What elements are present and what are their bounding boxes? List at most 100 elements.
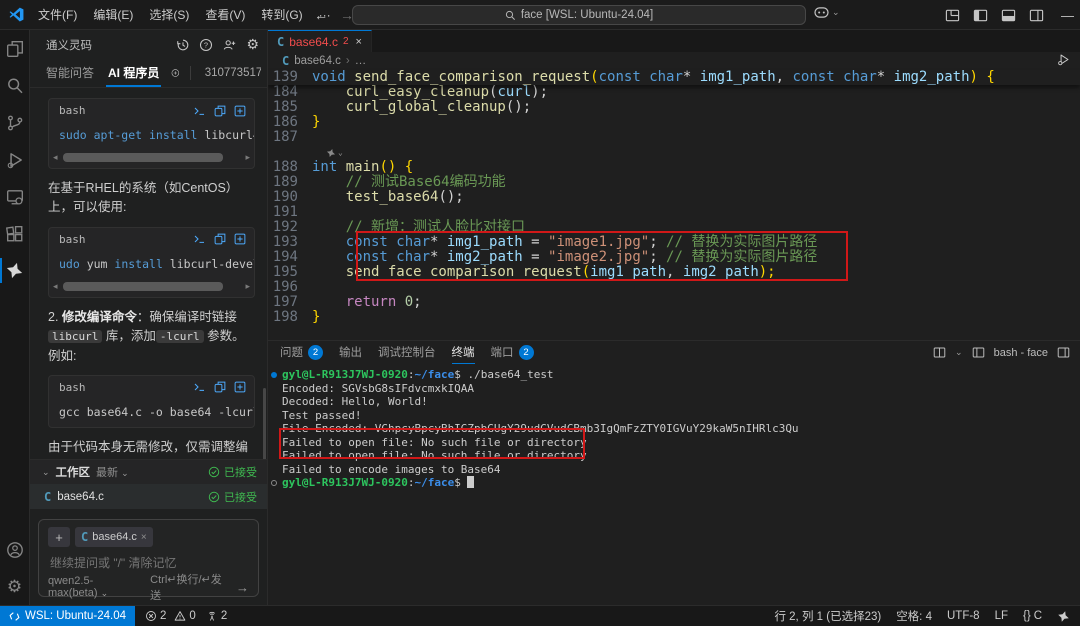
chevron-down-icon: ⌄ bbox=[338, 148, 343, 157]
panel-tab-1[interactable]: 输出 bbox=[339, 341, 362, 364]
scroll-left-icon[interactable]: ◂ bbox=[53, 281, 58, 292]
line-number: 189 bbox=[268, 175, 312, 190]
sort-latest[interactable]: 最新 ⌄ bbox=[96, 464, 129, 480]
code-editor[interactable]: 139void send_face_comparison_request(con… bbox=[268, 70, 1080, 325]
account-label[interactable]: 310773517@… bbox=[201, 67, 261, 79]
extensions-icon[interactable] bbox=[0, 215, 30, 252]
model-selector[interactable]: qwen2.5-max(beta) ⌄ bbox=[48, 575, 142, 599]
language-mode[interactable]: {} C bbox=[1023, 610, 1042, 622]
scroll-right-icon[interactable]: ▸ bbox=[245, 281, 250, 292]
line-number: 191 bbox=[268, 205, 312, 220]
indentation[interactable]: 空格: 4 bbox=[896, 608, 932, 624]
breadcrumb-more: … bbox=[355, 55, 367, 67]
remove-chip-icon[interactable]: × bbox=[141, 532, 147, 543]
split-terminal-icon[interactable] bbox=[933, 346, 946, 359]
insert-code-icon[interactable] bbox=[234, 233, 246, 245]
horizontal-scrollbar[interactable]: ◂▸ bbox=[49, 279, 254, 297]
menu-item-4[interactable]: 转到(G) bbox=[253, 5, 310, 25]
minimize-icon[interactable]: — bbox=[1061, 8, 1074, 23]
horizontal-scrollbar[interactable]: ◂▸ bbox=[49, 150, 254, 168]
new-session-icon[interactable] bbox=[171, 66, 180, 80]
copilot-menu[interactable]: ⌄ bbox=[814, 6, 840, 19]
problems-status[interactable]: 2 0 bbox=[145, 610, 196, 622]
chat-input-placeholder[interactable]: 继续提问或 "/" 清除记忆 bbox=[48, 547, 249, 571]
customize-layout-icon[interactable] bbox=[945, 8, 960, 23]
menu-item-2[interactable]: 选择(S) bbox=[141, 5, 197, 25]
menu-item-0[interactable]: 文件(F) bbox=[30, 5, 85, 25]
chevron-down-icon[interactable]: ⌄ bbox=[955, 347, 963, 358]
send-button[interactable]: → bbox=[236, 580, 249, 595]
run-in-terminal-icon[interactable] bbox=[193, 233, 206, 245]
copy-icon[interactable] bbox=[214, 105, 226, 117]
invite-user-icon[interactable] bbox=[222, 38, 237, 52]
run-in-terminal-icon[interactable] bbox=[193, 381, 206, 393]
tab-ai-programmer[interactable]: AI 程序员 bbox=[106, 59, 161, 87]
assistant-text: 由于代码本身无需修改，仅需调整编译环境，因此无需生成修改后的代码文件。 bbox=[48, 438, 253, 459]
insert-code-icon[interactable] bbox=[234, 381, 246, 393]
chat-input-box[interactable]: + C base64.c × 继续提问或 "/" 清除记忆 qwen2.5-ma… bbox=[38, 519, 259, 597]
run-debug-icon[interactable] bbox=[0, 141, 30, 178]
copy-icon[interactable] bbox=[214, 381, 226, 393]
encoding[interactable]: UTF-8 bbox=[947, 610, 980, 622]
copy-icon[interactable] bbox=[214, 233, 226, 245]
toggle-panel-icon[interactable] bbox=[1001, 8, 1016, 23]
menu-item-1[interactable]: 编辑(E) bbox=[85, 5, 141, 25]
code-line-189: 189 // 测试Base64编码功能 bbox=[268, 175, 1080, 190]
breadcrumb-separator: › bbox=[346, 55, 350, 67]
history-icon[interactable] bbox=[176, 38, 190, 52]
tab-smart-qa[interactable]: 智能问答 bbox=[44, 59, 96, 87]
context-file-chip[interactable]: C base64.c × bbox=[75, 527, 153, 547]
workspace-section-header[interactable]: ⌄ 工作区 最新 ⌄ 已接受 bbox=[30, 459, 267, 484]
tongyi-status-icon[interactable] bbox=[1057, 610, 1070, 623]
code-line-185: 185 curl_global_cleanup(); bbox=[268, 100, 1080, 115]
eol-sequence[interactable]: LF bbox=[995, 610, 1008, 622]
run-code-icon[interactable] bbox=[1057, 53, 1070, 66]
editor-tab-bar: C base64.c 2 × bbox=[268, 30, 1080, 52]
toggle-secondary-sidebar-icon[interactable] bbox=[1029, 8, 1044, 23]
panel-tab-3[interactable]: 终端 bbox=[452, 341, 475, 364]
assistant-messages: bash sudo apt-get install libcurl4-o◂▸在基… bbox=[30, 88, 267, 459]
codelens-tongyi[interactable]: ⌄ bbox=[268, 145, 1080, 160]
settings-gear-icon[interactable]: ⚙ bbox=[0, 568, 30, 605]
terminal-shell-label[interactable]: bash - face bbox=[994, 347, 1048, 359]
run-in-terminal-icon[interactable] bbox=[193, 105, 206, 117]
insert-code-icon[interactable] bbox=[234, 105, 246, 117]
workspace-file-row[interactable]: C base64.c 已接受 bbox=[30, 484, 267, 509]
panel-scrollbar[interactable] bbox=[263, 388, 266, 459]
panel-tab-2[interactable]: 调试控制台 bbox=[378, 341, 436, 364]
source-control-icon[interactable] bbox=[0, 104, 30, 141]
code-language-label: bash bbox=[59, 233, 193, 246]
help-icon[interactable]: ? bbox=[199, 38, 213, 52]
panel-tab-4[interactable]: 端口2 bbox=[491, 341, 534, 364]
back-icon[interactable]: ← bbox=[314, 7, 328, 23]
scroll-left-icon[interactable]: ◂ bbox=[53, 152, 58, 163]
terminal[interactable]: gyl@L-R913J7WJ-0920:~/face$ ./base64_tes… bbox=[268, 364, 1080, 605]
account-icon[interactable] bbox=[0, 531, 30, 568]
breadcrumb[interactable]: C base64.c › … bbox=[268, 52, 1080, 70]
editor-tab-base64c[interactable]: C base64.c 2 × bbox=[268, 30, 372, 52]
scroll-right-icon[interactable]: ▸ bbox=[245, 152, 250, 163]
c-file-icon: C bbox=[277, 35, 284, 49]
search-icon bbox=[505, 10, 516, 21]
close-tab-icon[interactable]: × bbox=[356, 36, 362, 48]
menu-item-3[interactable]: 查看(V) bbox=[197, 5, 253, 25]
command-center-search[interactable]: face [WSL: Ubuntu-24.04] bbox=[352, 5, 806, 25]
search-icon[interactable] bbox=[0, 67, 30, 104]
ports-status[interactable]: 2 bbox=[206, 610, 227, 622]
cursor-position[interactable]: 行 2, 列 1 (已选择23) bbox=[774, 608, 881, 624]
remote-indicator[interactable]: WSL: Ubuntu-24.04 bbox=[0, 606, 135, 626]
scrollbar-thumb[interactable] bbox=[63, 153, 223, 162]
code-line-188: 188int main() { bbox=[268, 160, 1080, 175]
toggle-sidebar-icon[interactable] bbox=[973, 8, 988, 23]
panel-tab-0[interactable]: 问题2 bbox=[280, 341, 323, 364]
remote-explorer-icon[interactable] bbox=[0, 178, 30, 215]
editor-area: C base64.c 2 × C base64.c › … 139void se… bbox=[268, 30, 1080, 340]
line-number: 196 bbox=[268, 280, 312, 295]
tongyi-lingma-icon[interactable] bbox=[0, 252, 30, 289]
panel-layout-icon[interactable] bbox=[1057, 346, 1070, 359]
scrollbar-thumb[interactable] bbox=[63, 282, 223, 291]
explorer-icon[interactable] bbox=[0, 30, 30, 67]
add-context-button[interactable]: + bbox=[48, 527, 70, 547]
assistant-settings-icon[interactable]: ⚙ bbox=[246, 36, 259, 53]
code-line-195: 195 send_face_comparison_request(img1_pa… bbox=[268, 265, 1080, 280]
